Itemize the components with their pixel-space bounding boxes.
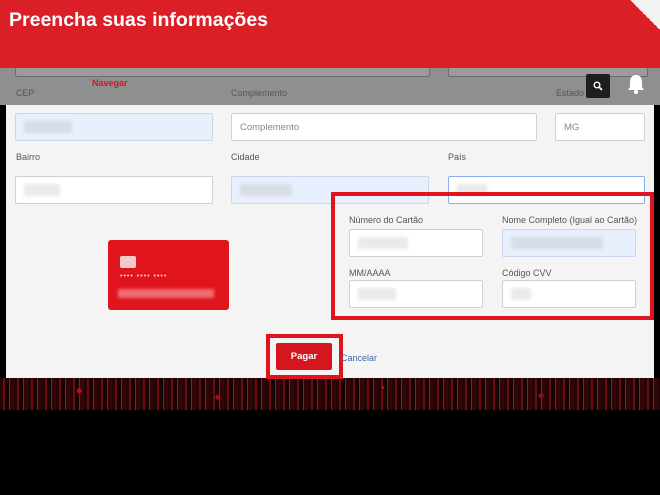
card-name-redacted <box>118 289 214 298</box>
search-button[interactable] <box>586 74 610 98</box>
pais-label: País <box>448 152 467 162</box>
card-number-mask: •••• •••• •••• <box>120 273 168 280</box>
modal-header: Preencha suas informações <box>0 0 660 68</box>
card-chip-icon <box>120 256 136 268</box>
cidade-label: Cidade <box>231 152 260 162</box>
payment-fields-highlight <box>331 192 654 320</box>
navegar-link[interactable]: Navegar <box>92 78 128 88</box>
estado-field[interactable]: MG <box>555 113 645 141</box>
cep-field[interactable] <box>15 113 213 141</box>
bell-icon[interactable] <box>626 73 646 95</box>
complemento-placeholder: Complemento <box>240 121 300 133</box>
credit-card-illustration: •••• •••• •••• <box>108 240 229 310</box>
search-icon <box>593 81 603 91</box>
bairro-label: Bairro <box>16 152 41 162</box>
cep-label: CEP <box>16 88 35 98</box>
complemento-field[interactable]: Complemento <box>231 113 537 141</box>
cep-redacted <box>24 121 72 133</box>
bairro-redacted <box>24 184 60 196</box>
cidade-redacted <box>240 184 292 196</box>
estado-value: MG <box>564 121 580 133</box>
complemento-label: Complemento <box>231 88 288 98</box>
estado-label: Estado <box>556 88 585 98</box>
header-corner <box>630 0 660 30</box>
checkout-screen: Preencha suas informações Navegar CEP Co… <box>0 0 660 495</box>
cancel-link[interactable]: Cancelar <box>341 353 377 363</box>
bairro-field[interactable] <box>15 176 213 204</box>
pay-button[interactable]: Pagar <box>276 343 332 370</box>
page-title: Preencha suas informações <box>9 9 269 31</box>
decorative-band <box>0 378 660 410</box>
